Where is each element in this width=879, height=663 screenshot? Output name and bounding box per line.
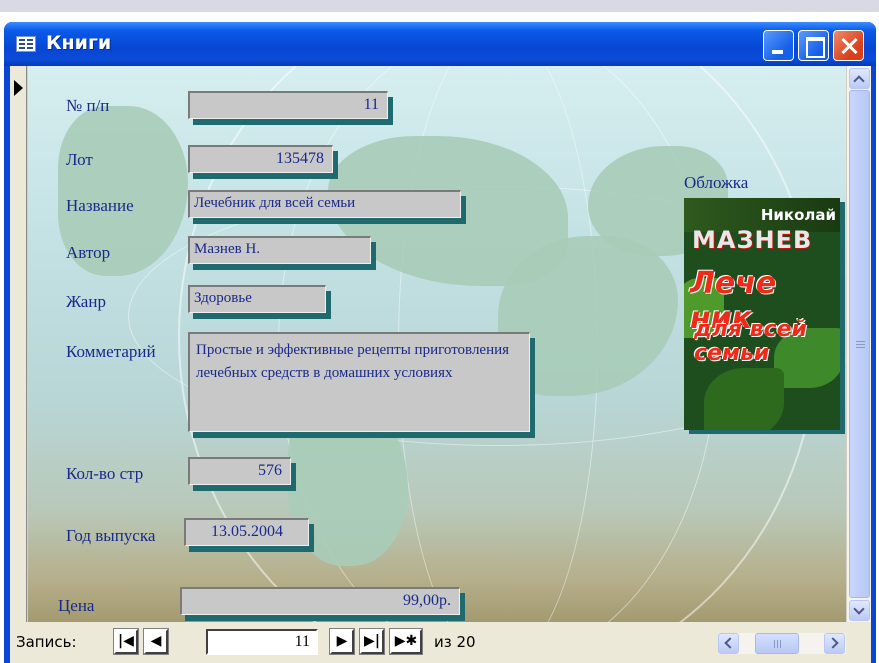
window-client-area: № п/п 11 Лот 135478 Название Лечебник дл…: [10, 66, 871, 663]
scroll-right-button[interactable]: [824, 633, 845, 654]
scroll-left-button[interactable]: [718, 633, 739, 654]
field-label-lot: Лот: [66, 150, 93, 169]
new-record-button[interactable]: ▶✱: [389, 628, 423, 655]
title-bar[interactable]: Книги: [4, 22, 876, 66]
horizontal-scrollbar[interactable]: [718, 633, 846, 654]
close-button[interactable]: [833, 30, 864, 61]
field-label-title: Название: [66, 196, 134, 215]
current-record-input[interactable]: 11: [206, 629, 318, 655]
desktop-strip: [0, 0, 879, 12]
cover-title-line2: для всей: [694, 317, 807, 342]
chevron-down-icon: [853, 603, 865, 615]
cover-author-first: Николай: [760, 206, 836, 224]
current-record-arrow-icon: [14, 80, 23, 96]
form-body: № п/п 11 Лот 135478 Название Лечебник дл…: [28, 66, 846, 622]
field-label-author: Автор: [66, 243, 111, 262]
comment-field[interactable]: Простые и эффективные рецепты приготовле…: [188, 332, 530, 432]
chevron-up-icon: [853, 75, 865, 87]
cover-image[interactable]: Николай МАЗНЕВ Лече ник для всей семьи: [684, 198, 840, 430]
grip-line: [856, 341, 865, 342]
first-record-button[interactable]: |◀: [113, 628, 139, 655]
form-icon: [16, 36, 36, 52]
first-record-icon: |◀: [118, 633, 134, 649]
cover-leaf: [704, 368, 784, 430]
maximize-button[interactable]: [798, 30, 829, 61]
cover-author-last: МАЗНЕВ: [692, 226, 813, 254]
lot-field[interactable]: 135478: [188, 145, 333, 173]
next-record-button[interactable]: ▶: [329, 628, 355, 655]
vertical-scrollbar[interactable]: [847, 66, 871, 622]
field-label-price: Цена: [58, 596, 95, 615]
form-window: Книги № п/п 11 Лот 135478 Название Лечеб…: [4, 22, 876, 663]
field-label-number: № п/п: [66, 96, 110, 115]
minimize-button[interactable]: [763, 30, 794, 61]
field-label-year: Год выпуска: [66, 526, 156, 545]
last-record-icon: ▶|: [364, 633, 380, 649]
chevron-left-icon: [724, 637, 736, 649]
cover-label: Обложка: [684, 173, 749, 192]
scroll-down-button[interactable]: [849, 600, 870, 621]
record-total: из 20: [434, 633, 476, 651]
chevron-right-icon: [827, 637, 839, 649]
new-record-icon: ▶✱: [394, 633, 418, 649]
author-field[interactable]: Мазнев Н.: [188, 236, 371, 264]
previous-record-button[interactable]: ◀: [143, 628, 169, 655]
grip-line: [856, 347, 865, 348]
previous-record-icon: ◀: [150, 633, 162, 649]
record-navigation-bar: Запись: |◀ ◀ 11 ▶ ▶| ▶✱ из 20: [10, 622, 871, 663]
release-date-field[interactable]: 13.05.2004: [184, 518, 309, 546]
record-selector[interactable]: [10, 66, 27, 622]
price-field[interactable]: 99,00р.: [180, 587, 460, 615]
grip-line: [777, 640, 778, 648]
vertical-scroll-thumb[interactable]: [849, 90, 870, 598]
grip-line: [774, 640, 775, 648]
scroll-up-button[interactable]: [849, 68, 870, 89]
grip-line: [780, 640, 781, 648]
next-record-icon: ▶: [336, 633, 348, 649]
number-field[interactable]: 11: [188, 91, 388, 119]
last-record-button[interactable]: ▶|: [359, 628, 385, 655]
field-label-pages: Кол-во стр: [66, 464, 144, 483]
horizontal-scroll-thumb[interactable]: [755, 633, 799, 654]
title-field[interactable]: Лечебник для всей семьи: [188, 190, 461, 218]
pages-field[interactable]: 576: [188, 457, 291, 485]
genre-field[interactable]: Здоровье: [188, 285, 326, 313]
field-label-genre: Жанр: [66, 292, 106, 311]
window-title: Книги: [46, 32, 112, 54]
field-label-comment: Комметарий: [66, 342, 156, 361]
grip-line: [856, 344, 865, 345]
cover-title-line3: семьи: [694, 341, 770, 366]
record-label: Запись:: [16, 633, 77, 651]
